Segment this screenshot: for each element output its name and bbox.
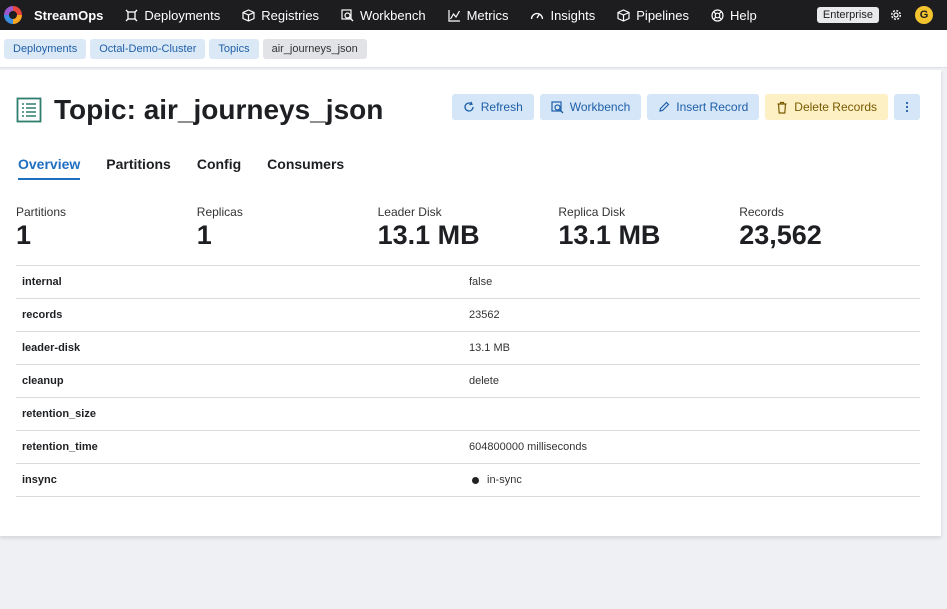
nav-item-label: Pipelines: [636, 7, 690, 23]
table-row: retention_time 604800000 milliseconds: [16, 431, 920, 464]
trash-icon: [777, 101, 787, 114]
property-key: retention_size: [22, 408, 96, 420]
nav-item-registries[interactable]: Registries: [242, 8, 319, 23]
plan-badge: Enterprise: [816, 7, 879, 23]
property-key: leader-disk: [22, 342, 81, 354]
nav-item-workbench[interactable]: Workbench: [341, 8, 426, 23]
pencil-icon: [659, 101, 670, 112]
stats-row: Partitions 1 Replicas 1 Leader Disk 13.1…: [16, 205, 920, 251]
status-dot-icon: [472, 476, 479, 484]
stat-records: Records 23,562: [739, 205, 920, 251]
stat-replicas: Replicas 1: [197, 205, 378, 251]
stat-value: 1: [196, 220, 212, 250]
stat-label: Leader Disk: [377, 205, 442, 219]
action-buttons: Refresh Workbench Insert Record Delete R…: [446, 94, 920, 120]
refresh-icon: [464, 101, 474, 112]
property-key: internal: [22, 276, 62, 288]
insert-record-label: Insert Record: [676, 100, 749, 114]
property-key: retention_time: [22, 441, 98, 453]
avatar[interactable]: G: [915, 6, 933, 24]
stat-label: Partitions: [16, 205, 67, 219]
table-row: cleanup delete: [16, 365, 920, 398]
nav-item-label: Workbench: [360, 7, 426, 23]
property-value: 604800000 milliseconds: [469, 441, 588, 453]
property-value: in-sync: [487, 474, 522, 486]
tab-partitions[interactable]: Partitions: [106, 156, 171, 180]
search-icon: [341, 8, 354, 21]
delete-records-button[interactable]: Delete Records: [765, 94, 888, 120]
breadcrumb: Deployments Octal-Demo-Cluster Topics ai…: [0, 30, 947, 68]
delete-records-label: Delete Records: [794, 100, 877, 114]
table-row: internal false: [16, 266, 920, 299]
stat-value: 1: [16, 220, 32, 250]
table-row: insync in-sync: [16, 464, 920, 497]
tab-consumers[interactable]: Consumers: [267, 156, 344, 180]
gauge-icon: [531, 12, 544, 19]
topic-panel: Topic: air_journeys_json Refresh Workben…: [0, 70, 941, 536]
tab-overview[interactable]: Overview: [18, 156, 81, 180]
nav-item-label: Metrics: [466, 7, 509, 23]
breadcrumb-current-topic: air_journeys_json: [262, 38, 367, 59]
insert-record-button[interactable]: Insert Record: [647, 94, 760, 120]
nav-right: Enterprise G: [816, 0, 947, 30]
topic-tabs: Overview Partitions Config Consumers: [18, 156, 370, 180]
cube-icon: [617, 8, 630, 22]
stat-label: Replicas: [196, 205, 243, 219]
cube-icon: [242, 8, 255, 22]
property-value: delete: [469, 375, 499, 387]
tab-config[interactable]: Config: [197, 156, 241, 180]
property-key: records: [22, 309, 63, 321]
nav-item-label: Registries: [261, 7, 320, 23]
stat-value: 23,562: [739, 220, 822, 250]
top-nav: StreamOps Deployments Registries Workben…: [0, 0, 947, 30]
nav-item-label: Help: [730, 7, 757, 23]
more-actions-button[interactable]: [894, 94, 920, 120]
deployments-icon: [125, 9, 138, 21]
nav-item-deployments[interactable]: Deployments: [125, 8, 220, 23]
nav-item-insights[interactable]: Insights: [530, 8, 595, 23]
breadcrumb-topics[interactable]: Topics: [209, 38, 259, 59]
stat-replica-disk: Replica Disk 13.1 MB: [558, 205, 739, 251]
title-row: Topic: air_journeys_json: [16, 94, 383, 126]
table-row: records 23562: [16, 299, 920, 332]
page-title: Topic: air_journeys_json: [54, 94, 384, 125]
lifebuoy-icon: [711, 8, 724, 22]
property-key: cleanup: [22, 375, 64, 387]
refresh-label: Refresh: [480, 100, 523, 114]
nav-item-metrics[interactable]: Metrics: [447, 7, 509, 23]
logo-icon[interactable]: [4, 6, 22, 24]
stat-leader-disk: Leader Disk 13.1 MB: [378, 205, 559, 251]
topic-table-icon: [16, 97, 42, 123]
table-row: retention_size: [16, 398, 920, 431]
brand-name[interactable]: StreamOps: [34, 8, 103, 23]
chart-icon: [447, 9, 460, 22]
nav-item-label: Deployments: [144, 7, 221, 23]
gear-icon[interactable]: [889, 8, 903, 22]
kebab-menu-icon: [905, 101, 909, 113]
properties-table: internal false records 23562 leader-disk…: [16, 265, 920, 497]
stat-label: Replica Disk: [558, 205, 626, 219]
nav-item-help[interactable]: Help: [711, 8, 757, 23]
nav-item-pipelines[interactable]: Pipelines: [617, 8, 689, 23]
table-row: leader-disk 13.1 MB: [16, 332, 920, 365]
breadcrumb-deployments[interactable]: Deployments: [4, 38, 87, 59]
stat-value: 13.1 MB: [558, 220, 661, 250]
nav-item-label: Insights: [550, 7, 596, 23]
stat-value: 13.1 MB: [377, 220, 480, 250]
refresh-button[interactable]: Refresh: [451, 94, 534, 120]
property-value: 13.1 MB: [469, 342, 510, 354]
property-value: false: [469, 276, 493, 288]
property-value: 23562: [469, 309, 500, 321]
workbench-button[interactable]: Workbench: [539, 94, 642, 120]
insync-status: in-sync: [469, 474, 522, 486]
stat-label: Records: [739, 205, 784, 219]
workbench-label: Workbench: [569, 100, 631, 114]
stat-partitions: Partitions 1: [16, 205, 197, 251]
breadcrumb-cluster[interactable]: Octal-Demo-Cluster: [90, 38, 206, 59]
property-key: insync: [22, 474, 57, 486]
search-icon: [551, 100, 564, 113]
